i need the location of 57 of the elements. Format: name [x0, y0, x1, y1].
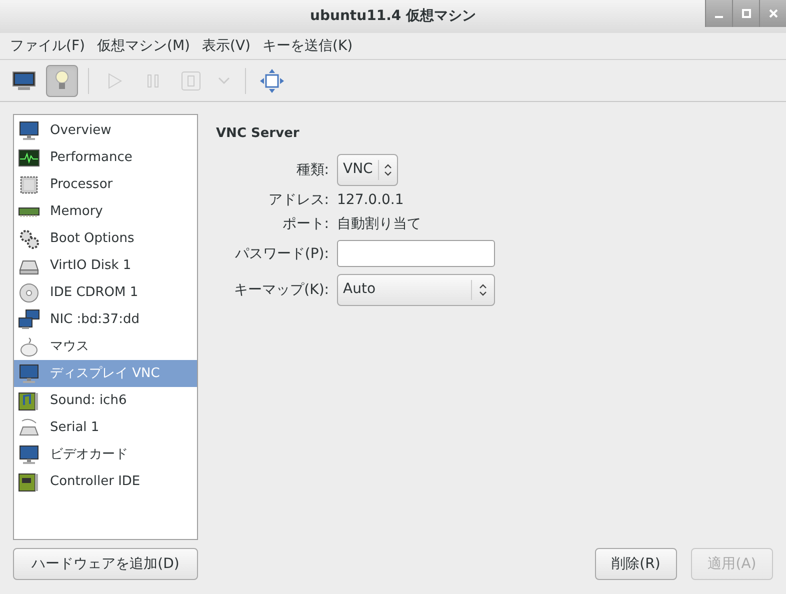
disc-icon: [18, 282, 40, 304]
keymap-select[interactable]: Auto: [337, 274, 495, 306]
field-value: 127.0.0.1: [337, 190, 405, 210]
sidebar-item[interactable]: Controller IDE: [14, 468, 197, 495]
spinner-arrows-icon: [382, 162, 393, 176]
monitor-icon: [18, 362, 40, 384]
chip-icon: [18, 174, 40, 196]
menu-item[interactable]: 表示(V): [196, 36, 257, 56]
menu-item[interactable]: キーを送信(K): [256, 36, 359, 56]
serial-port-icon: [18, 416, 40, 438]
field-label: アドレス:: [267, 190, 329, 210]
spinner-arrows-icon: [478, 282, 488, 296]
section-title: VNC Server: [216, 125, 300, 143]
caret-icon: [218, 76, 230, 84]
minimize-button[interactable]: [705, 0, 732, 27]
close-icon: [768, 9, 778, 18]
field-value: 自動割り当て: [337, 214, 422, 234]
dialog-button[interactable]: 削除(R): [595, 548, 677, 580]
field-label: ポート:: [281, 214, 329, 234]
type-select[interactable]: VNC: [337, 154, 398, 186]
close-button[interactable]: [759, 0, 786, 27]
window-title: ubuntu11.4 仮想マシン: [310, 7, 476, 26]
add-hardware-button[interactable]: ハードウェアを追加(D): [13, 548, 198, 580]
menu-item[interactable]: 仮想マシン(M): [90, 36, 196, 56]
sidebar-item[interactable]: Overview: [14, 117, 197, 144]
sidebar-item[interactable]: Processor: [14, 171, 197, 198]
sidebar-item[interactable]: Boot Options: [14, 225, 197, 252]
play-icon: [107, 72, 123, 88]
power-icon: [181, 70, 201, 90]
gears-icon: [18, 228, 40, 250]
field-label: 種類:: [295, 160, 329, 180]
sidebar-item[interactable]: NIC :bd:37:dd: [14, 306, 197, 333]
network-computers-icon: [18, 308, 40, 330]
fullscreen-icon: [260, 68, 284, 92]
sidebar-item[interactable]: マウス: [14, 333, 197, 360]
field-label: パスワード(P):: [234, 244, 329, 264]
password-field[interactable]: [337, 240, 495, 267]
minimize-icon: [715, 16, 723, 18]
activity-chart-icon: [18, 146, 40, 168]
sound-card-icon: [18, 390, 40, 412]
expansion-card-icon: [18, 470, 40, 492]
pause-icon: [145, 72, 161, 88]
mouse-icon: [18, 336, 40, 358]
sidebar-item[interactable]: Memory: [14, 198, 197, 225]
sidebar-item[interactable]: VirtIO Disk 1: [14, 252, 197, 279]
sidebar-item[interactable]: Performance: [14, 144, 197, 171]
sidebar-item[interactable]: IDE CDROM 1: [14, 279, 197, 306]
maximize-button[interactable]: [732, 0, 759, 27]
maximize-icon: [742, 9, 750, 18]
sidebar-item[interactable]: Serial 1: [14, 414, 197, 441]
field-label: キーマップ(K):: [233, 280, 329, 300]
sidebar-item[interactable]: Sound: ich6: [14, 387, 197, 414]
monitor-icon: [18, 444, 40, 466]
monitor-icon: [18, 120, 40, 142]
menu-item[interactable]: ファイル(F): [4, 36, 91, 56]
sidebar-item[interactable]: ビデオカード: [14, 441, 197, 468]
monitor-icon: [12, 70, 36, 92]
